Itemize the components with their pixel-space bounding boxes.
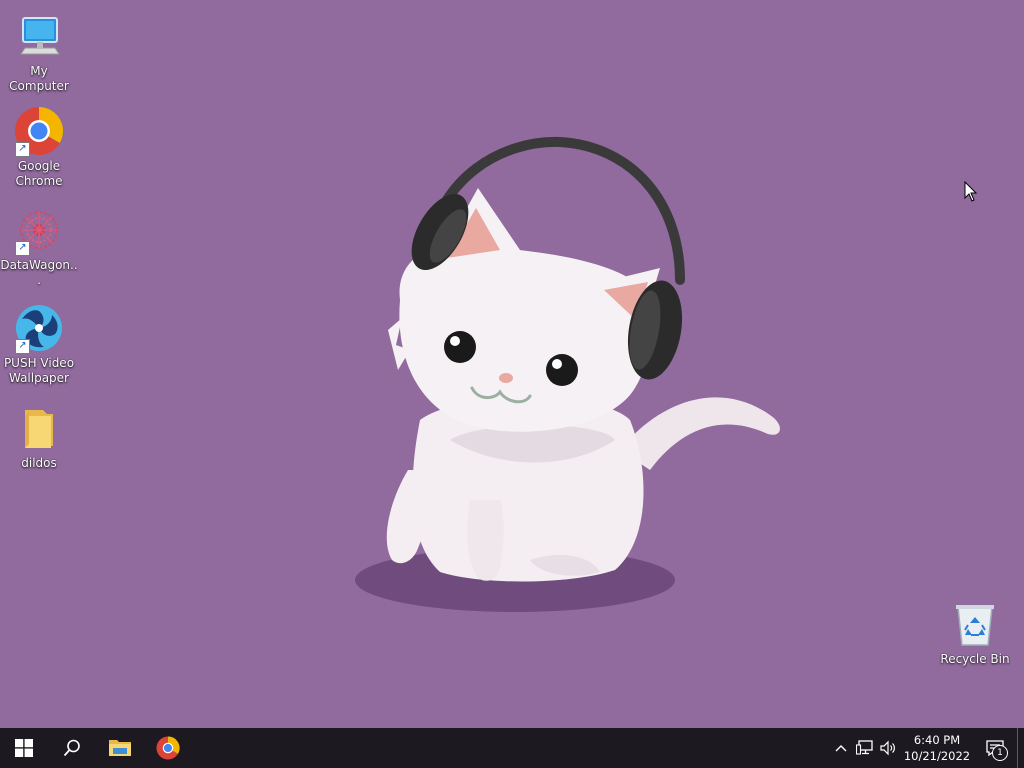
chrome-icon	[156, 736, 180, 760]
action-center-button[interactable]: 1	[973, 728, 1017, 768]
desktop-icon-label: DataWagon...	[0, 258, 78, 287]
desktop-icon-label: My Computer	[9, 64, 69, 93]
clock-time: 6:40 PM	[913, 733, 961, 747]
desktop-icon-label: dildos	[21, 456, 57, 470]
folder-icon	[13, 402, 65, 454]
volume-button[interactable]	[877, 728, 901, 768]
desktop-icon-label: Google Chrome	[15, 159, 63, 188]
network-icon	[856, 740, 873, 755]
desktop-icon-label: PUSH Video Wallpaper	[3, 356, 75, 385]
desktop[interactable]: My Computer ↗ Google Chrome ↗ DataWagon.…	[0, 0, 1024, 728]
start-button[interactable]	[0, 728, 48, 768]
shortcut-arrow-icon: ↗	[15, 241, 30, 256]
shortcut-arrow-icon: ↗	[15, 339, 30, 354]
system-tray: 6:40 PM 10/21/2022 1	[829, 728, 1024, 768]
desktop-icon-label: Recycle Bin	[940, 652, 1010, 666]
desktop-icon-recycle-bin[interactable]: Recycle Bin	[936, 598, 1014, 667]
clock-date: 10/21/2022	[903, 749, 971, 763]
search-button[interactable]	[48, 728, 96, 768]
desktop-icon-my-computer[interactable]: My Computer	[0, 10, 78, 94]
datawagon-icon: ↗	[13, 204, 65, 256]
volume-icon	[880, 740, 895, 756]
chrome-icon: ↗	[13, 105, 65, 157]
recycle-bin-icon	[949, 598, 1001, 650]
show-hidden-icons-button[interactable]	[829, 728, 853, 768]
desktop-icon-google-chrome[interactable]: ↗ Google Chrome	[0, 105, 78, 189]
desktop-icon-dildos-folder[interactable]: dildos	[0, 402, 78, 471]
search-icon	[63, 739, 80, 757]
mouse-cursor-icon	[964, 181, 978, 202]
computer-icon	[13, 10, 65, 62]
desktop-icon-datawagon[interactable]: ↗ DataWagon...	[0, 204, 78, 288]
desktop-icon-push-video-wallpaper[interactable]: ↗ PUSH Video Wallpaper	[0, 302, 78, 386]
chevron-up-icon	[835, 745, 847, 752]
file-explorer-icon	[109, 740, 131, 756]
wallpaper-cat-illustration	[355, 136, 780, 612]
show-desktop-button[interactable]	[1017, 728, 1024, 768]
network-button[interactable]	[853, 728, 877, 768]
notification-count-badge: 1	[992, 745, 1008, 761]
taskbar: 6:40 PM 10/21/2022 1	[0, 728, 1024, 768]
chrome-taskbar-button[interactable]	[144, 728, 192, 768]
windows-logo-icon	[15, 739, 33, 757]
push-video-wallpaper-icon: ↗	[13, 302, 65, 354]
file-explorer-button[interactable]	[96, 728, 144, 768]
taskbar-clock[interactable]: 6:40 PM 10/21/2022	[901, 728, 973, 768]
shortcut-arrow-icon: ↗	[15, 142, 30, 157]
